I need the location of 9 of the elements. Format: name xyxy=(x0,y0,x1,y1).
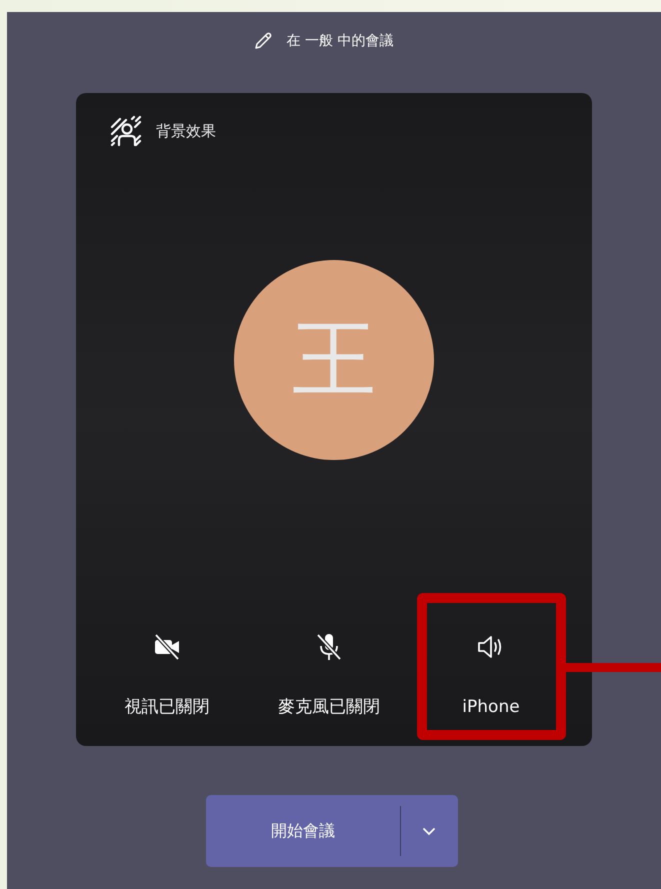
speaker-control[interactable]: iPhone xyxy=(416,593,566,740)
avatar: 王 xyxy=(234,260,434,460)
start-meeting-button[interactable]: 開始會議 xyxy=(206,795,458,867)
video-control[interactable]: 視訊已關閉 xyxy=(92,593,242,740)
background-effects-label[interactable]: 背景效果 xyxy=(156,122,216,140)
mic-control[interactable]: 麥克風已關閉 xyxy=(254,593,404,740)
background-effects-icon[interactable] xyxy=(110,115,142,147)
meeting-title: 在 一般 中的會議 xyxy=(286,32,394,50)
pencil-icon[interactable] xyxy=(252,30,273,50)
